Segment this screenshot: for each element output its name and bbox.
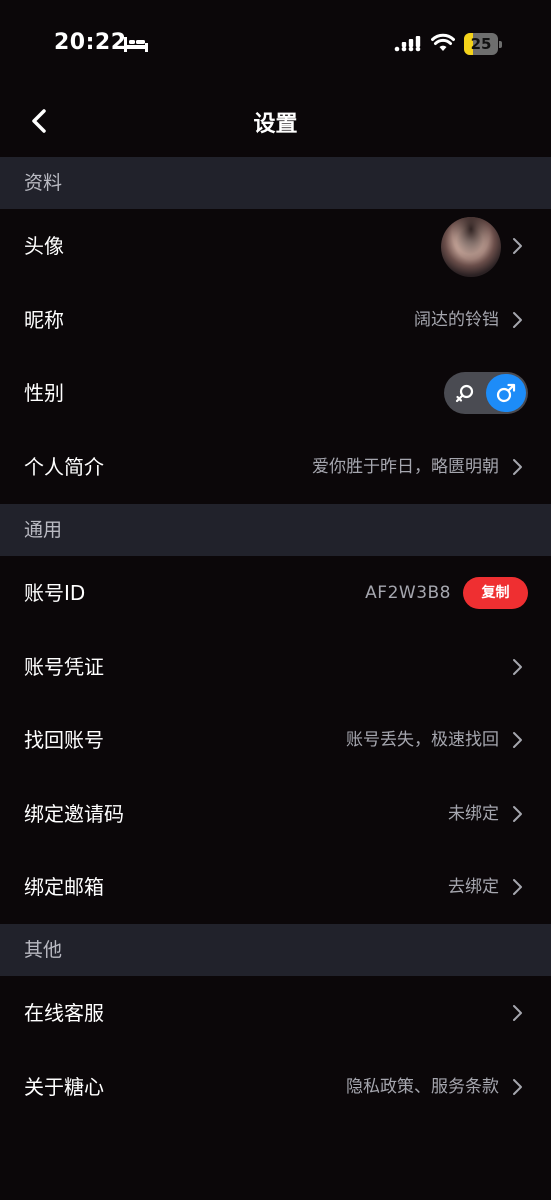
invite-value: 未绑定: [448, 804, 499, 824]
wifi-icon: [431, 33, 455, 51]
row-gender: 性别: [0, 356, 551, 430]
row-bind-email[interactable]: 绑定邮箱 去绑定: [0, 850, 551, 924]
chevron-right-icon: [513, 806, 522, 822]
gender-female-option[interactable]: [446, 374, 484, 412]
row-online-support[interactable]: 在线客服: [0, 976, 551, 1050]
status-bar: 20:22 25: [0, 0, 551, 90]
row-about[interactable]: 关于糖心 隐私政策、服务条款: [0, 1050, 551, 1124]
page-title: 设置: [253, 112, 298, 137]
chevron-right-icon: [513, 659, 522, 675]
chevron-right-icon: [513, 732, 522, 748]
battery-level: 25: [470, 35, 492, 53]
row-invite-code[interactable]: 绑定邀请码 未绑定: [0, 777, 551, 851]
male-symbol-icon: [496, 383, 516, 403]
section-header-profile: 资料: [0, 157, 551, 209]
battery-body: 25: [464, 33, 498, 55]
chevron-right-icon: [513, 1079, 522, 1095]
row-account-id: 账号ID AF2W3B8 复制: [0, 556, 551, 630]
row-label: 昵称: [24, 308, 64, 332]
gender-male-option[interactable]: [486, 374, 526, 412]
row-label: 关于糖心: [24, 1075, 104, 1099]
nav-bar: 设置: [0, 90, 551, 156]
row-label: 找回账号: [24, 728, 104, 752]
chevron-right-icon: [513, 238, 522, 254]
row-recover-account[interactable]: 找回账号 账号丢失，极速找回: [0, 703, 551, 777]
section-header-general: 通用: [0, 504, 551, 556]
about-value: 隐私政策、服务条款: [346, 1077, 499, 1097]
row-label: 在线客服: [24, 1001, 104, 1025]
chevron-right-icon: [513, 312, 522, 328]
battery-cap: [499, 41, 502, 48]
chevron-right-icon: [513, 459, 522, 475]
row-label: 性别: [24, 381, 64, 405]
row-nickname[interactable]: 昵称 阔达的铃铛: [0, 283, 551, 357]
bed-icon: [124, 37, 148, 52]
copy-button[interactable]: 复制: [463, 577, 528, 609]
row-label: 账号凭证: [24, 655, 104, 679]
recover-value: 账号丢失，极速找回: [346, 730, 499, 750]
chevron-right-icon: [513, 1005, 522, 1021]
row-account-credential[interactable]: 账号凭证: [0, 630, 551, 704]
row-bio[interactable]: 个人简介 爱你胜于昨日，略匮明朝: [0, 430, 551, 504]
chevron-right-icon: [513, 879, 522, 895]
account-id-value: AF2W3B8: [365, 583, 451, 603]
female-symbol-icon: [455, 384, 474, 403]
nickname-value: 阔达的铃铛: [414, 310, 499, 330]
section-header-other: 其他: [0, 924, 551, 976]
row-label: 账号ID: [24, 581, 86, 605]
email-value: 去绑定: [448, 877, 499, 897]
avatar-hair: [441, 217, 501, 277]
row-label: 绑定邮箱: [24, 875, 104, 899]
row-label: 绑定邀请码: [24, 802, 124, 826]
avatar[interactable]: [441, 217, 501, 277]
signal-icon: [394, 36, 421, 52]
status-time: 20:22: [54, 30, 127, 55]
row-label: 个人简介: [24, 455, 104, 479]
battery-icon: 25: [464, 33, 502, 55]
bio-value: 爱你胜于昨日，略匮明朝: [312, 457, 499, 477]
row-label: 头像: [24, 234, 64, 258]
gender-toggle[interactable]: [444, 372, 528, 414]
row-avatar[interactable]: 头像: [0, 209, 551, 283]
